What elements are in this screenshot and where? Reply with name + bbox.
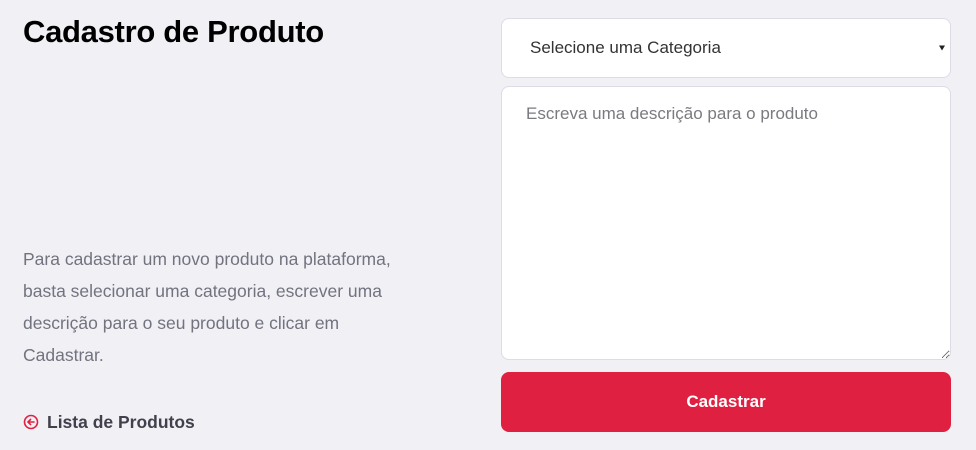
info-section: Cadastro de Produto Para cadastrar um no…: [0, 0, 470, 450]
dropdown-arrow-icon: [939, 45, 945, 51]
submit-button[interactable]: Cadastrar: [501, 372, 951, 432]
page-description: Para cadastrar um novo produto na plataf…: [23, 249, 391, 365]
arrow-left-circle-icon: [23, 414, 39, 430]
category-select[interactable]: Selecione uma Categoria: [501, 18, 951, 78]
category-select-value: Selecione uma Categoria: [530, 38, 721, 57]
product-form: Selecione uma Categoria Cadastrar: [501, 18, 951, 432]
back-link-label: Lista de Produtos: [47, 412, 195, 432]
back-to-product-list-link[interactable]: Lista de Produtos: [23, 408, 195, 436]
description-textarea[interactable]: [501, 86, 951, 360]
page-title: Cadastro de Produto: [23, 14, 324, 49]
